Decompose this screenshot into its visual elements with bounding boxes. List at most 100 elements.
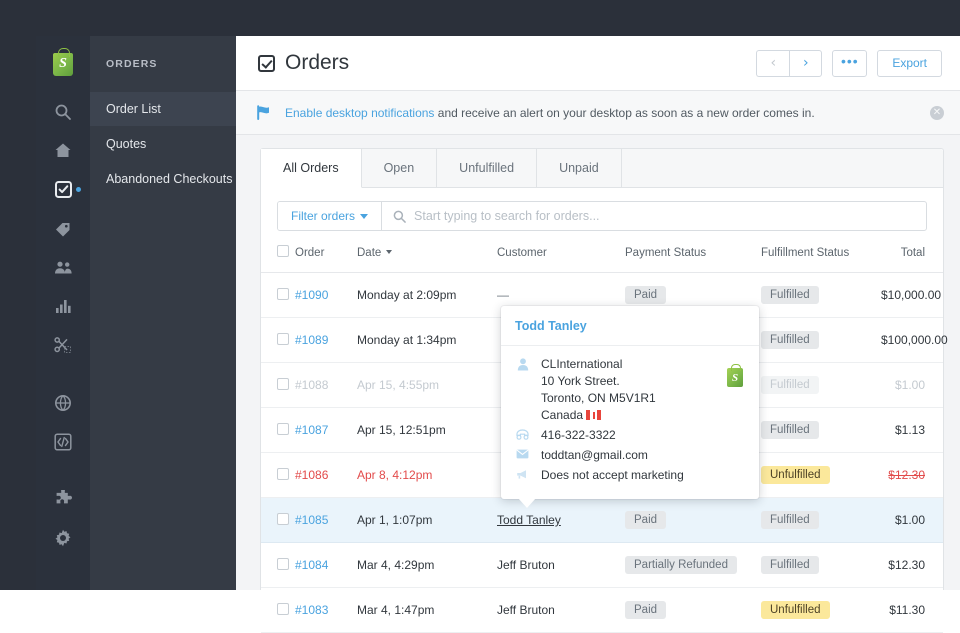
column-header-fulfillment-status[interactable]: Fulfillment Status: [761, 241, 881, 273]
tab-label: All Orders: [283, 161, 339, 175]
fulfillment-status-cell: Fulfilled: [761, 542, 881, 588]
table-row[interactable]: #1083 Mar 4, 1:47pm Jeff Bruton Paid Unf…: [261, 587, 943, 633]
sidebar-item-quotes[interactable]: Quotes: [90, 127, 236, 161]
order-cell: #1085: [295, 497, 357, 543]
date-cell: Apr 15, 4:55pm: [357, 362, 497, 408]
app-frame: ORDERS Order List Quotes Abandoned Check…: [0, 0, 960, 633]
search-field[interactable]: Start typing to search for orders...: [382, 202, 926, 230]
date-cell: Mar 4, 4:29pm: [357, 542, 497, 588]
tab-unfulfilled[interactable]: Unfulfilled: [437, 149, 538, 187]
column-header-order[interactable]: Order: [295, 241, 357, 273]
column-header-customer[interactable]: Customer: [497, 241, 625, 273]
status-badge: Fulfilled: [761, 511, 819, 529]
fulfillment-status-cell: Fulfilled: [761, 407, 881, 453]
row-checkbox[interactable]: [277, 467, 289, 480]
settings-icon[interactable]: [36, 518, 90, 557]
order-cell: #1083: [295, 587, 357, 633]
globe-icon[interactable]: [36, 383, 90, 422]
status-badge: Paid: [625, 601, 667, 619]
orders-icon[interactable]: [36, 170, 90, 209]
table-header-row: Order Date Customer Payment Status Fulfi…: [261, 241, 943, 273]
tab-label: Unpaid: [559, 161, 599, 175]
total-cell: $1.13: [881, 407, 943, 453]
row-checkbox[interactable]: [277, 332, 289, 345]
row-checkbox[interactable]: [277, 602, 289, 615]
export-button-label: Export: [892, 56, 927, 70]
customer-link[interactable]: Todd Tanley: [497, 513, 561, 527]
order-link[interactable]: #1083: [295, 603, 328, 617]
row-select-cell: [261, 317, 295, 363]
code-icon[interactable]: [36, 422, 90, 461]
discounts-icon[interactable]: [36, 326, 90, 365]
popover-body: CLInternational 10 York Street. Toronto,…: [501, 346, 759, 499]
tab-all-orders[interactable]: All Orders: [261, 149, 362, 188]
analytics-icon[interactable]: [36, 287, 90, 326]
tag-icon[interactable]: [36, 209, 90, 248]
total-cell: $12.30: [881, 542, 943, 588]
select-all-checkbox[interactable]: [277, 245, 289, 257]
fulfillment-status-cell: Fulfilled: [761, 497, 881, 543]
order-link[interactable]: #1084: [295, 558, 328, 572]
popover-phone-line: 416-322-3322: [515, 427, 745, 444]
order-link[interactable]: #1085: [295, 513, 328, 527]
customer-cell: Jeff Bruton: [497, 542, 625, 588]
popover-header: Todd Tanley: [501, 306, 759, 346]
page-title-group: Orders: [258, 51, 349, 75]
row-select-cell: [261, 542, 295, 588]
tab-open[interactable]: Open: [362, 149, 438, 187]
popover-country: Canada: [541, 408, 584, 422]
total-cell: $1.00: [881, 497, 943, 543]
row-checkbox[interactable]: [277, 512, 289, 525]
table-row[interactable]: #1085 Apr 1, 1:07pm Todd Tanley Paid Ful…: [261, 497, 943, 543]
column-header-date[interactable]: Date: [357, 241, 497, 273]
shopify-bag-logo[interactable]: [36, 36, 90, 92]
tab-unpaid[interactable]: Unpaid: [537, 149, 622, 187]
date-cell: Apr 1, 1:07pm: [357, 497, 497, 543]
more-actions-button[interactable]: •••: [832, 49, 868, 77]
enable-notifications-link[interactable]: Enable desktop notifications: [285, 106, 434, 120]
popover-marketing-line: Does not accept marketing: [515, 467, 745, 484]
order-cell: #1087: [295, 407, 357, 453]
sidebar-item-abandoned-checkouts[interactable]: Abandoned Checkouts: [90, 162, 236, 196]
order-link[interactable]: #1090: [295, 288, 328, 302]
row-checkbox[interactable]: [277, 422, 289, 435]
page-header: Orders ‹ › ••• Export: [236, 36, 960, 91]
fulfillment-status-cell: Fulfilled: [761, 317, 881, 363]
export-button[interactable]: Export: [877, 49, 942, 77]
sort-desc-icon: [386, 250, 393, 255]
payment-status-cell: Paid: [625, 587, 761, 633]
next-page-button[interactable]: ›: [789, 49, 823, 77]
customer-cell: Todd Tanley: [497, 497, 625, 543]
table-row[interactable]: #1084 Mar 4, 4:29pm Jeff Bruton Partiall…: [261, 542, 943, 588]
popover-company: CLInternational: [541, 357, 623, 371]
orders-badge-dot: [76, 187, 81, 192]
phone-icon: [515, 427, 530, 440]
date-cell: Monday at 1:34pm: [357, 317, 497, 363]
row-checkbox[interactable]: [277, 557, 289, 570]
order-cell: #1089: [295, 317, 357, 363]
close-icon[interactable]: ✕: [930, 105, 944, 120]
order-link[interactable]: #1087: [295, 423, 328, 437]
order-link[interactable]: #1086: [295, 468, 328, 482]
column-header-total[interactable]: Total: [881, 241, 943, 273]
row-checkbox[interactable]: [277, 287, 289, 300]
order-link[interactable]: #1088: [295, 378, 328, 392]
customers-icon[interactable]: [36, 248, 90, 287]
order-link[interactable]: #1089: [295, 333, 328, 347]
popover-street: 10 York Street.: [541, 374, 620, 388]
row-select-cell: [261, 587, 295, 633]
row-checkbox[interactable]: [277, 377, 289, 390]
search-icon[interactable]: [36, 92, 90, 131]
home-icon[interactable]: [36, 131, 90, 170]
total-cell: $10,000.00: [881, 272, 943, 318]
sidebar-title: ORDERS: [106, 58, 158, 70]
filter-orders-button[interactable]: Filter orders: [278, 202, 383, 230]
popover-email: toddtan@gmail.com: [541, 448, 648, 462]
apps-icon[interactable]: [36, 479, 90, 518]
popover-customer-name[interactable]: Todd Tanley: [515, 319, 587, 333]
sidebar-item-order-list[interactable]: Order List: [90, 92, 236, 126]
column-header-payment-status[interactable]: Payment Status: [625, 241, 761, 273]
filter-bar: Filter orders Start typing to search for…: [261, 188, 943, 241]
select-all-header: [261, 241, 295, 273]
prev-page-button[interactable]: ‹: [756, 49, 790, 77]
